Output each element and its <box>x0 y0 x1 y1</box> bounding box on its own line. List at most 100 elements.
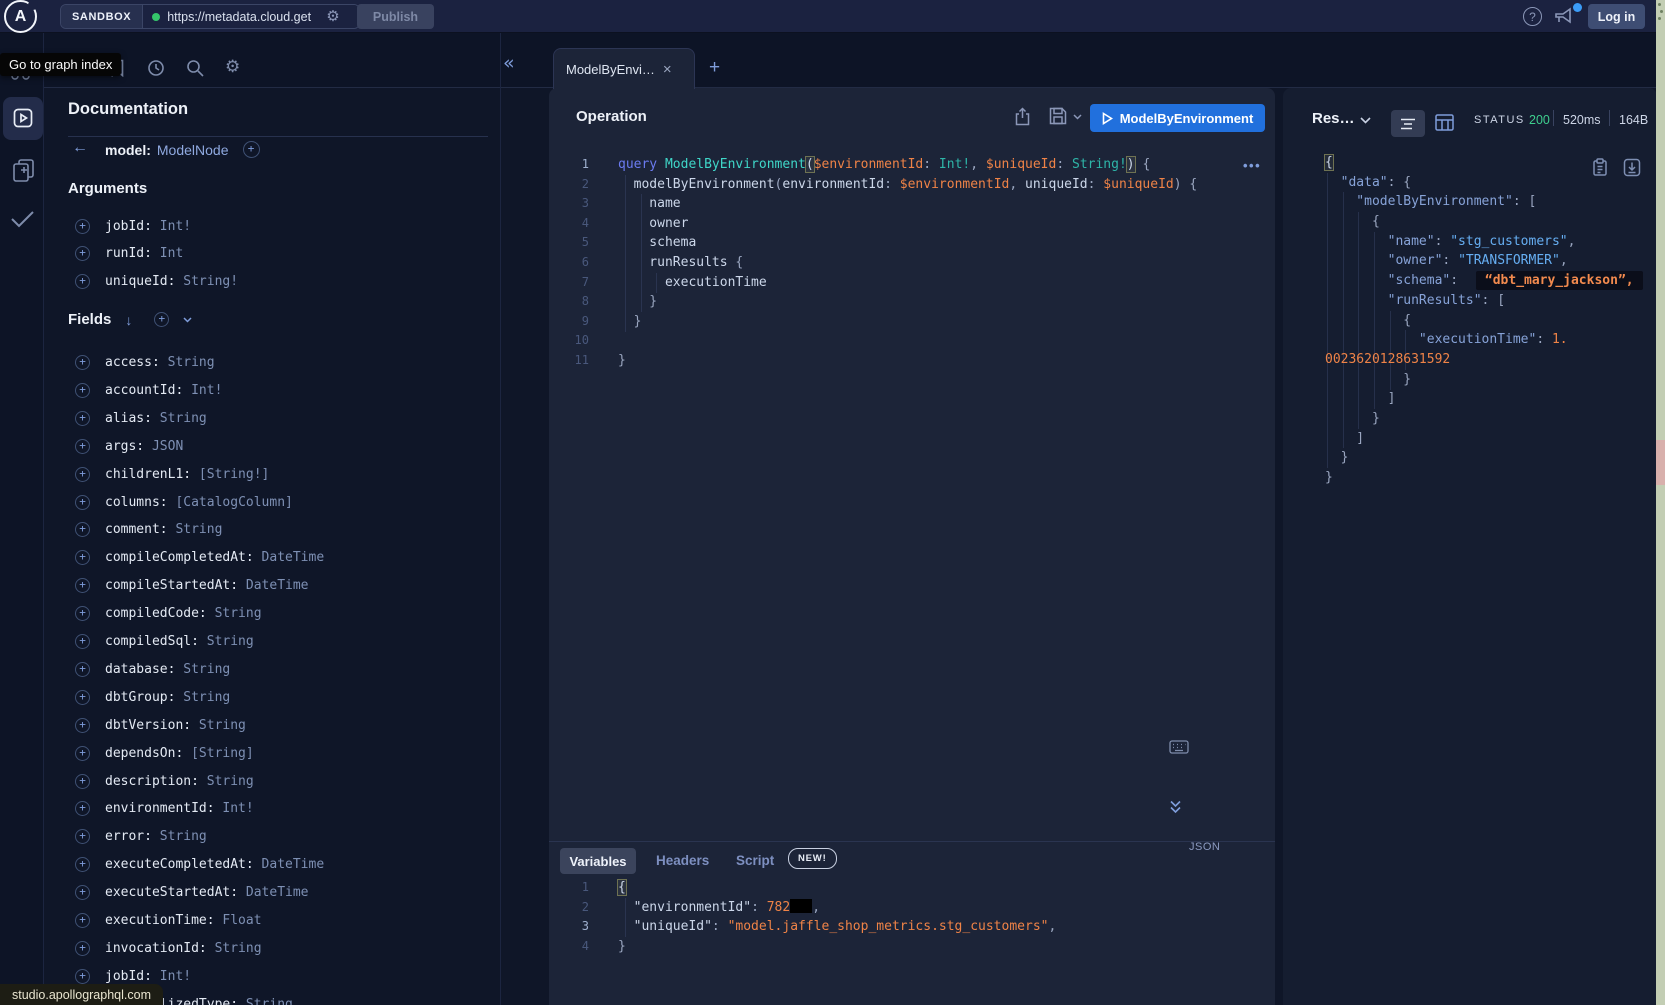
add-field-button[interactable]: + <box>75 274 90 289</box>
save-menu-chevron-icon[interactable] <box>1073 114 1082 120</box>
code-line[interactable]: 1query ModelByEnvironment($environmentId… <box>549 155 1197 175</box>
operation-tab[interactable]: ModelByEnvi… × <box>553 48 695 89</box>
help-icon[interactable]: ? <box>1523 7 1542 26</box>
field-type-link[interactable]: String <box>175 522 222 537</box>
field-type-link[interactable]: String <box>246 997 293 1005</box>
code-line[interactable]: } <box>1325 370 1643 390</box>
code-line[interactable]: 4 owner <box>549 214 1197 234</box>
code-line[interactable]: 4} <box>549 937 1056 957</box>
code-line[interactable]: "executionTime": 1. <box>1325 330 1643 350</box>
field-type-link[interactable]: String <box>215 606 262 621</box>
field-row[interactable]: +environmentId: Int! <box>75 799 254 819</box>
field-row[interactable]: +executeStartedAt: DateTime <box>75 883 309 903</box>
add-field-button[interactable]: + <box>75 857 90 872</box>
collapse-variables-icon[interactable] <box>1169 800 1182 814</box>
field-row[interactable]: +compiledCode: String <box>75 604 262 624</box>
add-field-button[interactable]: + <box>75 913 90 928</box>
code-line[interactable]: ] <box>1325 429 1643 449</box>
add-field-button[interactable]: + <box>75 495 90 510</box>
graphql-editor[interactable]: 1query ModelByEnvironment($environmentId… <box>549 155 1197 371</box>
field-type-link[interactable]: String <box>160 829 207 844</box>
field-row[interactable]: +columns: [CatalogColumn] <box>75 492 293 512</box>
add-field-button[interactable]: + <box>75 885 90 900</box>
explorer-play-icon[interactable] <box>13 108 33 128</box>
code-line[interactable]: } <box>1325 448 1643 468</box>
tab-headers[interactable]: Headers <box>656 853 709 868</box>
add-field-button[interactable]: + <box>75 634 90 649</box>
code-line[interactable]: "modelByEnvironment": [ <box>1325 192 1643 212</box>
field-row[interactable]: +executionTime: Float <box>75 911 262 931</box>
field-row[interactable]: +access: String <box>75 353 215 373</box>
response-json-viewer[interactable]: { "data": { "modelByEnvironment": [ { "n… <box>1325 153 1643 488</box>
code-line[interactable]: 11} <box>549 351 1197 371</box>
field-row[interactable]: +uniqueId: String! <box>75 272 238 292</box>
field-type-link[interactable]: DateTime <box>262 550 325 565</box>
add-field-button[interactable]: + <box>75 662 90 677</box>
add-field-button[interactable]: + <box>75 578 90 593</box>
run-operation-button[interactable]: ModelByEnvironment <box>1090 104 1265 132</box>
field-row[interactable]: +dbtVersion: String <box>75 715 246 735</box>
field-row[interactable]: +runId: Int <box>75 244 183 264</box>
code-line[interactable]: "data": { <box>1325 173 1643 193</box>
field-row[interactable]: +error: String <box>75 827 207 847</box>
add-field-button[interactable]: + <box>75 411 90 426</box>
add-field-button[interactable]: + <box>75 439 90 454</box>
field-type-link[interactable]: DateTime <box>246 578 309 593</box>
code-line[interactable]: { <box>1325 311 1643 331</box>
collapse-docs-icon[interactable]: « <box>503 52 515 74</box>
add-field-button[interactable]: + <box>75 941 90 956</box>
search-icon[interactable] <box>186 59 204 77</box>
keyboard-shortcuts-icon[interactable] <box>1169 740 1189 754</box>
field-row[interactable]: +compileCompletedAt: DateTime <box>75 548 324 568</box>
add-field-button[interactable]: + <box>75 690 90 705</box>
field-row[interactable]: +description: String <box>75 771 254 791</box>
view-json-toggle-selected[interactable] <box>1391 110 1425 137</box>
field-row[interactable]: +compileStartedAt: DateTime <box>75 576 309 596</box>
add-field-button[interactable]: + <box>75 522 90 537</box>
field-type-link[interactable]: String! <box>183 274 238 289</box>
field-row[interactable]: +database: String <box>75 659 230 679</box>
fields-add-chevron-icon[interactable] <box>183 317 192 323</box>
field-row[interactable]: +compiledSql: String <box>75 632 254 652</box>
response-menu-chevron-icon[interactable] <box>1360 117 1371 124</box>
publish-button[interactable]: Publish <box>357 4 434 29</box>
add-field-button[interactable]: + <box>75 718 90 733</box>
endpoint-settings-icon[interactable]: ⚙ <box>326 9 339 24</box>
field-type-link[interactable]: String <box>160 411 207 426</box>
announcements-icon[interactable] <box>1553 5 1575 27</box>
code-line[interactable]: } <box>1325 468 1643 488</box>
code-line[interactable]: { <box>1325 212 1643 232</box>
field-row[interactable]: +dbtGroup: String <box>75 687 230 707</box>
field-row[interactable]: +accountId: Int! <box>75 380 222 400</box>
field-row[interactable]: +executeCompletedAt: DateTime <box>75 855 324 875</box>
code-line[interactable]: 5 schema <box>549 233 1197 253</box>
add-type-button[interactable]: + <box>243 141 260 158</box>
collections-icon[interactable] <box>12 158 36 184</box>
field-type-link[interactable]: DateTime <box>246 885 309 900</box>
apollo-logo[interactable]: A <box>4 0 37 33</box>
code-line[interactable]: "name": "stg_customers", <box>1325 232 1643 252</box>
field-type-link[interactable]: String <box>199 718 246 733</box>
add-field-button[interactable]: + <box>75 383 90 398</box>
field-row[interactable]: +alias: String <box>75 408 207 428</box>
add-field-button[interactable]: + <box>75 550 90 565</box>
code-line[interactable]: } <box>1325 409 1643 429</box>
field-type-link[interactable]: Float <box>222 913 261 928</box>
add-field-button[interactable]: + <box>75 246 90 261</box>
endpoint-url[interactable]: https://metadata.cloud.get <box>167 10 319 24</box>
field-row[interactable]: +childrenL1: [String!] <box>75 464 269 484</box>
add-field-button[interactable]: + <box>75 969 90 984</box>
field-type-link[interactable]: Int! <box>160 969 191 984</box>
field-type-link[interactable]: String <box>215 941 262 956</box>
add-field-button[interactable]: + <box>75 774 90 789</box>
new-tab-button[interactable]: + <box>709 57 720 79</box>
field-type-link[interactable]: Int! <box>160 219 191 234</box>
field-row[interactable]: +jobId: Int! <box>75 216 191 236</box>
history-icon[interactable] <box>147 59 165 77</box>
code-line[interactable]: 8 } <box>549 292 1197 312</box>
field-type-link[interactable]: String <box>207 774 254 789</box>
field-type-link[interactable]: Int! <box>222 801 253 816</box>
code-line[interactable]: 6 runResults { <box>549 253 1197 273</box>
code-line[interactable]: 1{ <box>549 878 1056 898</box>
tab-close-icon[interactable]: × <box>663 62 672 77</box>
